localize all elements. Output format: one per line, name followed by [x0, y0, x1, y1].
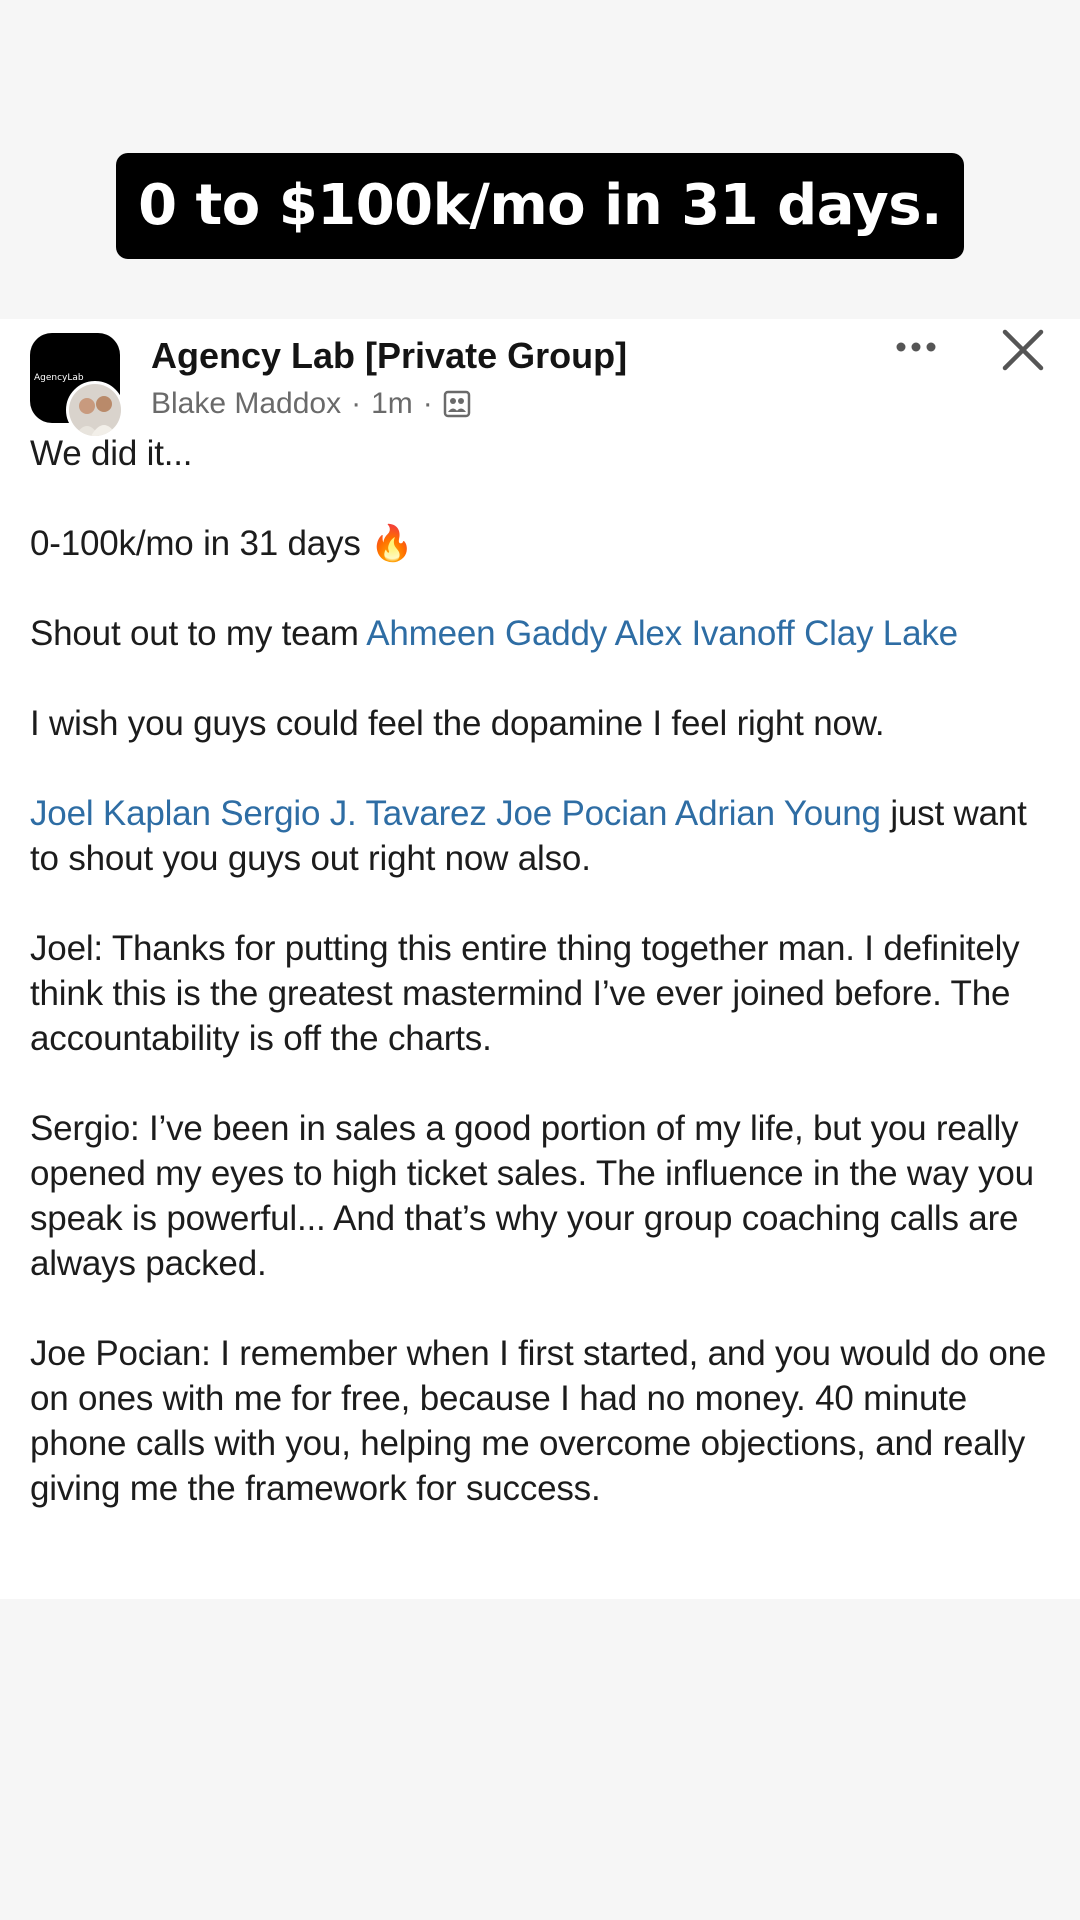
mention-link[interactable]: Clay Lake — [804, 614, 958, 653]
paragraph: We did it... — [30, 434, 193, 473]
close-button[interactable] — [1001, 328, 1045, 372]
meta-separator: · — [351, 387, 362, 420]
fire-emoji-icon: 🔥 — [370, 524, 414, 563]
group-name[interactable]: Agency Lab [Private Group] — [151, 335, 627, 377]
caption-banner: 0 to $100k/mo in 31 days. — [116, 153, 964, 259]
mention-link[interactable]: Sergio J. Tavarez — [220, 794, 487, 833]
paragraph: Shout out to my team Ahmeen Gaddy Alex I… — [30, 611, 1060, 656]
author-photo — [69, 384, 121, 436]
banner-container: 0 to $100k/mo in 31 days. — [0, 153, 1080, 259]
post-body: We did it... 0-100k/mo in 31 days 🔥 Shou… — [30, 431, 1060, 1556]
paragraph: 0-100k/mo in 31 days 🔥 — [30, 521, 1060, 566]
post-time[interactable]: 1m — [371, 387, 413, 421]
avatar-stack[interactable]: AgencyLab — [30, 333, 124, 439]
group-avatar-text: AgencyLab — [34, 373, 84, 383]
paragraph-text: Shout out to my team — [30, 614, 359, 653]
paragraph: Joel Kaplan Sergio J. Tavarez Joe Pocian… — [30, 791, 1060, 881]
paragraph-text: 0-100k/mo in 31 days — [30, 524, 361, 563]
author-name[interactable]: Blake Maddox — [151, 387, 341, 421]
more-icon — [896, 342, 936, 352]
post-card: AgencyLab Agency Lab [Private Group] Bla… — [0, 319, 1080, 1599]
paragraph: Joe Pocian: I remember when I first star… — [30, 1334, 1047, 1508]
members-icon — [443, 390, 471, 418]
mention-link[interactable]: Joel Kaplan — [30, 794, 211, 833]
mention-link[interactable]: Joe Pocian — [496, 794, 667, 833]
mention-link[interactable]: Alex Ivanoff — [615, 614, 795, 653]
post-meta: Blake Maddox · 1m · — [151, 387, 471, 421]
paragraph: I wish you guys could feel the dopamine … — [30, 704, 885, 743]
meta-separator: · — [422, 387, 433, 420]
paragraph: Sergio: I’ve been in sales a good portio… — [30, 1109, 1034, 1283]
mention-link[interactable]: Ahmeen Gaddy — [366, 614, 607, 653]
close-icon — [1002, 329, 1044, 371]
mention-link[interactable]: Adrian Young — [675, 794, 881, 833]
more-options-button[interactable] — [893, 327, 939, 367]
paragraph: Joel: Thanks for putting this entire thi… — [30, 929, 1020, 1058]
